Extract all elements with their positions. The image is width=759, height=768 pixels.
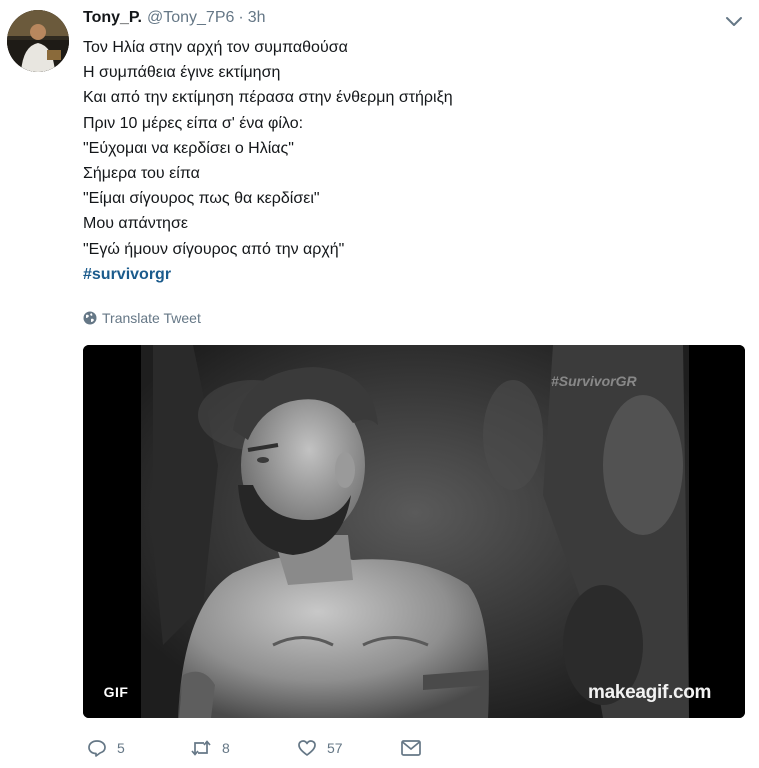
- tweet-line: "Είμαι σίγουρος πως θα κερδίσει": [83, 190, 320, 208]
- like-button[interactable]: 57: [297, 735, 343, 761]
- retweet-count: 8: [222, 740, 230, 756]
- retweet-button[interactable]: 8: [190, 735, 230, 761]
- watermark-hashtag: #SurvivorGR: [551, 373, 637, 389]
- heart-icon: [298, 740, 316, 756]
- tweet-line: Η συμπάθεια έγινε εκτίμηση: [83, 64, 281, 82]
- tweet-line: Πριν 10 μέρες είπα σ' ένα φίλο:: [83, 114, 304, 132]
- tweet-line: Και από την εκτίμηση πέρασα στην ένθερμη…: [83, 89, 453, 107]
- tweet-timestamp[interactable]: 3h: [248, 9, 266, 27]
- display-name[interactable]: Tony_P.: [83, 9, 142, 27]
- gif-frame: [83, 345, 745, 718]
- more-options-button[interactable]: [722, 12, 746, 30]
- reply-icon: [88, 740, 106, 757]
- tweet-line: Σήμερα του είπα: [83, 164, 200, 182]
- retweet-icon: [191, 740, 211, 756]
- watermark-makeagif: makeagif.com: [588, 682, 712, 703]
- tweet-line: Μου απάντησε: [83, 215, 188, 233]
- reply-button[interactable]: 5: [87, 735, 125, 761]
- tweet-text: Τον Ηλία στην αρχή τον συμπαθούσα Η συμπ…: [83, 35, 743, 287]
- gif-media[interactable]: #SurvivorGR GIF makeagif.com: [83, 345, 745, 718]
- direct-message-button[interactable]: [400, 735, 422, 761]
- separator-dot: ·: [238, 9, 244, 26]
- chevron-down-icon: [726, 17, 742, 26]
- globe-icon: [83, 311, 97, 325]
- tweet-header: Tony_P. @Tony_7P6 · 3h: [83, 9, 266, 31]
- translate-label: Translate Tweet: [102, 310, 201, 326]
- envelope-icon: [401, 740, 421, 756]
- user-handle[interactable]: @Tony_7P6: [147, 9, 234, 27]
- translate-tweet-link[interactable]: Translate Tweet: [83, 308, 201, 328]
- reply-count: 5: [117, 740, 125, 756]
- avatar-photo: [7, 10, 69, 72]
- gif-badge: GIF: [96, 680, 136, 704]
- avatar[interactable]: [7, 10, 69, 72]
- hashtag-link[interactable]: #survivorgr: [83, 262, 171, 287]
- tweet-line: "Εύχομαι να κερδίσει ο Ηλίας": [83, 139, 294, 157]
- tweet-line: "Εγώ ήμουν σίγουρος από την αρχή": [83, 240, 345, 258]
- tweet-actions: 5 8 57: [83, 735, 483, 761]
- like-count: 57: [327, 740, 343, 756]
- tweet-line: Τον Ηλία στην αρχή τον συμπαθούσα: [83, 39, 348, 56]
